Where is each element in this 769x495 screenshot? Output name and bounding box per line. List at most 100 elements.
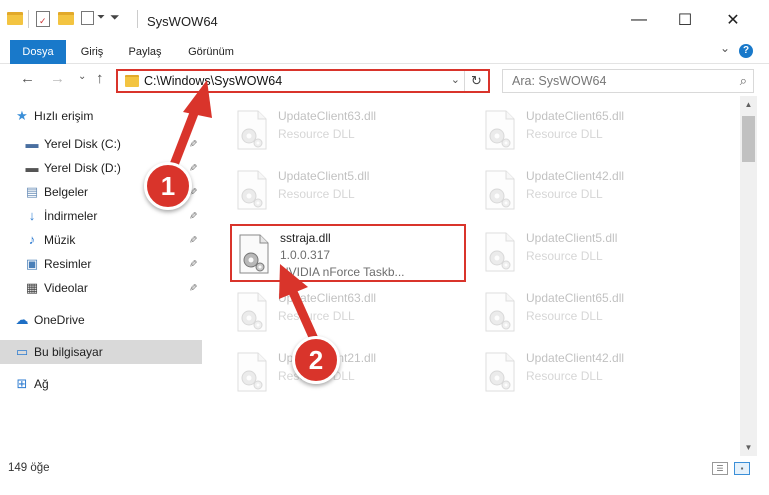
sidebar-item[interactable]: ▬ Yerel Disk (C:) ✎ xyxy=(0,132,202,156)
file-item-selected[interactable]: sstraja.dll 1.0.0.317 NVIDIA nForce Taskb.… xyxy=(230,224,466,282)
file-description: Resource DLL xyxy=(278,309,355,323)
customize-icon[interactable] xyxy=(81,11,94,25)
up-button[interactable]: ↑ xyxy=(96,70,104,87)
file-description: Resource DLL xyxy=(526,369,603,383)
vertical-scrollbar[interactable]: ▲ ▼ xyxy=(740,96,757,456)
back-button[interactable]: ← xyxy=(20,70,35,87)
file-item[interactable]: UpdateClient5.dll Resource DLL xyxy=(478,224,714,280)
pictures-icon: ▣ xyxy=(25,256,39,271)
tab-view[interactable]: Görünüm xyxy=(180,40,242,64)
recent-locations-button[interactable]: ⌄ xyxy=(78,71,86,82)
dll-file-icon xyxy=(237,292,267,332)
help-icon[interactable]: ? xyxy=(739,44,753,58)
title-bar: ✓ ⏷ ⏷ SysWOW64 — ☐ ✕ xyxy=(0,0,769,40)
sidebar-item[interactable]: ☁ OneDrive xyxy=(0,308,202,332)
search-input[interactable]: Ara: SysWOW64 xyxy=(512,74,606,88)
pin-icon: ✎ xyxy=(186,211,198,220)
folder-icon xyxy=(125,75,139,87)
documents-icon: ▤ xyxy=(25,184,39,199)
dll-file-icon xyxy=(485,170,515,210)
annotation-badge-2: 2 xyxy=(292,336,340,384)
file-item[interactable]: UpdateClient21.dllResource DLL xyxy=(230,344,466,400)
scroll-down-icon[interactable]: ▼ xyxy=(740,439,757,456)
file-description: Resource DLL xyxy=(526,309,603,323)
videos-icon: ▦ xyxy=(25,280,39,295)
cloud-icon: ☁ xyxy=(15,312,29,327)
file-item[interactable]: UpdateClient65.dll Resource DLL xyxy=(478,284,714,340)
sidebar-item-label: Bu bilgisayar xyxy=(34,345,103,359)
sidebar-item[interactable]: ▦ Videolar ✎ xyxy=(0,276,202,300)
sidebar-item-label: Ağ xyxy=(34,377,49,391)
pin-icon: ✎ xyxy=(186,283,198,292)
file-item[interactable]: UpdateClient65.dll Resource DLL xyxy=(478,102,714,158)
sidebar-item[interactable]: ★ Hızlı erişim xyxy=(0,104,202,128)
download-icon: ↓ xyxy=(28,208,36,223)
divider xyxy=(137,10,138,28)
maximize-button[interactable]: ☐ xyxy=(662,0,708,40)
refresh-button[interactable]: ↻ xyxy=(464,71,488,91)
file-name: UpdateClient65.dll xyxy=(526,109,625,123)
file-item[interactable]: UpdateClient5.dll Resource DLL xyxy=(230,162,466,218)
forward-button[interactable]: → xyxy=(50,70,65,87)
tab-file[interactable]: Dosya xyxy=(10,40,66,64)
computer-icon: ▭ xyxy=(15,344,29,359)
address-bar[interactable]: C:\Windows\SysWOW64 ⌄ ↻ xyxy=(116,69,490,93)
search-box[interactable]: Ara: SysWOW64 ⌕ xyxy=(502,69,754,93)
dll-file-icon xyxy=(485,232,515,272)
file-item[interactable]: UpdateClient63.dll Resource DLL xyxy=(230,102,466,158)
file-item[interactable]: UpdateClient63.dll Resource DLL xyxy=(230,284,466,340)
annotation-badge-1: 1 xyxy=(144,162,192,210)
file-description: NVIDIA nForce Taskb... xyxy=(280,265,405,279)
pin-toolbar-icon[interactable]: ⏷ xyxy=(110,10,120,25)
file-name: UpdateClient5.dll xyxy=(278,169,370,183)
folder-icon xyxy=(7,12,23,25)
file-name: UpdateClient42.dll xyxy=(526,351,625,365)
file-item[interactable]: UpdateClient42.dll Resource DLL xyxy=(478,344,714,400)
new-folder-icon[interactable] xyxy=(58,12,74,25)
tab-home[interactable]: Giriş xyxy=(72,40,112,64)
ribbon-expand-icon[interactable]: ⌄ xyxy=(720,41,730,55)
dll-file-icon xyxy=(485,110,515,150)
close-button[interactable]: ✕ xyxy=(710,0,756,40)
file-item[interactable]: UpdateClient42.dll Resource DLL xyxy=(478,162,714,218)
sidebar-item-label: Videolar xyxy=(44,281,88,295)
window-title: SysWOW64 xyxy=(147,14,218,29)
scroll-up-icon[interactable]: ▲ xyxy=(740,96,757,113)
status-bar: 149 öğe ☰ ▪ xyxy=(0,456,769,480)
file-name: sstraja.dll xyxy=(280,231,331,245)
drive-icon: ▬ xyxy=(25,160,39,175)
pin-icon: ✎ xyxy=(186,235,198,244)
file-description: Resource DLL xyxy=(526,249,603,263)
star-icon: ★ xyxy=(16,108,28,123)
music-icon: ♪ xyxy=(28,232,36,247)
quick-access-dropdown-icon[interactable]: ⏷ xyxy=(97,12,105,23)
address-path[interactable]: C:\Windows\SysWOW64 xyxy=(144,74,282,88)
details-view-icon[interactable]: ☰ xyxy=(712,462,728,475)
sidebar-item[interactable]: ♪ Müzik ✎ xyxy=(0,228,202,252)
search-icon: ⌕ xyxy=(739,73,747,88)
file-name: UpdateClient65.dll xyxy=(526,291,625,305)
sidebar-item[interactable]: ▭ Bu bilgisayar xyxy=(0,340,202,364)
file-description: Resource DLL xyxy=(526,127,603,141)
minimize-button[interactable]: — xyxy=(616,0,662,40)
address-dropdown-icon[interactable]: ⌄ xyxy=(451,73,460,86)
dll-file-icon xyxy=(237,170,267,210)
sidebar-item[interactable]: ▣ Resimler ✎ xyxy=(0,252,202,276)
drive-icon: ▬ xyxy=(25,136,39,151)
item-count: 149 öğe xyxy=(8,462,50,474)
scroll-thumb[interactable] xyxy=(742,116,755,162)
sidebar-item-label: Belgeler xyxy=(44,185,89,199)
file-name: UpdateClient63.dll xyxy=(278,109,377,123)
sidebar-item-label: İndirmeler xyxy=(44,209,98,223)
divider xyxy=(28,10,29,28)
file-description: Resource DLL xyxy=(278,187,355,201)
pin-icon: ✎ xyxy=(186,139,198,148)
navigation-pane: ★ Hızlı erişim ▬ Yerel Disk (C:) ✎ ▬ Yerel Dis… xyxy=(0,100,210,456)
sidebar-item[interactable]: ⊞ Ağ xyxy=(0,372,202,396)
sidebar-item-label: Müzik xyxy=(44,233,76,247)
sidebar-item-label: OneDrive xyxy=(34,313,85,327)
properties-icon[interactable]: ✓ xyxy=(36,11,50,27)
file-name: UpdateClient5.dll xyxy=(526,231,618,245)
tab-share[interactable]: Paylaş xyxy=(122,40,168,64)
tiles-view-icon[interactable]: ▪ xyxy=(734,462,750,475)
